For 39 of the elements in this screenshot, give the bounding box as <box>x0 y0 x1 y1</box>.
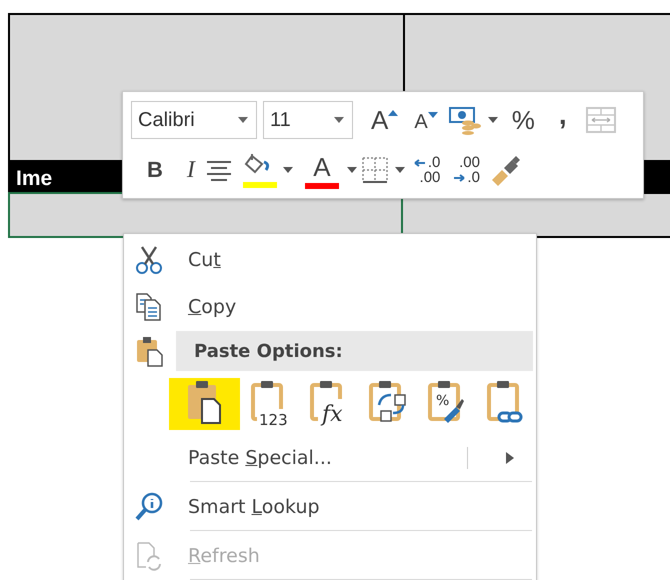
bold-button[interactable]: B <box>141 151 169 189</box>
caret-icon[interactable] <box>488 117 498 123</box>
money-icon[interactable] <box>448 105 482 135</box>
font-name-field[interactable]: Calibri <box>131 101 257 139</box>
increase-decimal-button[interactable]: .0 .00 <box>408 151 444 189</box>
menu-item[interactable]: Paste Special... <box>124 434 536 481</box>
arrow-icon <box>452 172 466 184</box>
section-header: Paste Options: <box>176 331 533 371</box>
paste-option-button[interactable]: fx <box>299 378 358 430</box>
submenu-arrow-icon[interactable] <box>506 452 514 464</box>
menu-item[interactable]: Copy <box>124 283 536 330</box>
decrease-decimal-button[interactable]: .00 .0 <box>448 151 484 189</box>
grow-font-button[interactable]: A <box>365 101 404 139</box>
borders-icon[interactable] <box>360 156 389 184</box>
clipboard-icon <box>134 334 164 368</box>
font-size-field[interactable]: 11 <box>263 101 353 139</box>
triangle-icon <box>428 112 438 118</box>
caret-icon[interactable] <box>334 117 344 123</box>
scissors-icon <box>134 244 164 276</box>
magnifier-icon <box>134 490 164 522</box>
paste-option-button[interactable] <box>169 378 240 430</box>
column-header: Ime <box>15 167 52 192</box>
menu-item[interactable]: Smart Lookup <box>124 483 536 530</box>
triangle-icon <box>388 110 398 116</box>
paste-option-button[interactable]: % <box>418 378 477 430</box>
font-color-button[interactable]: A <box>302 151 341 189</box>
percent-button[interactable]: % <box>506 101 541 139</box>
caret-icon[interactable] <box>238 117 248 123</box>
arrow-icon <box>412 156 427 168</box>
shrink-font-button[interactable]: A <box>408 101 444 139</box>
paste-option-button[interactable]: 123 <box>240 378 300 430</box>
align-center-icon[interactable] <box>204 159 233 181</box>
caret-icon[interactable] <box>282 167 293 173</box>
copy-icon <box>134 290 164 322</box>
caret-icon[interactable] <box>346 167 357 173</box>
caret-icon[interactable] <box>394 167 405 173</box>
italic-button[interactable]: I <box>180 151 201 189</box>
menu-item[interactable]: Cut <box>124 236 536 283</box>
comma-button[interactable]: , <box>544 96 581 134</box>
